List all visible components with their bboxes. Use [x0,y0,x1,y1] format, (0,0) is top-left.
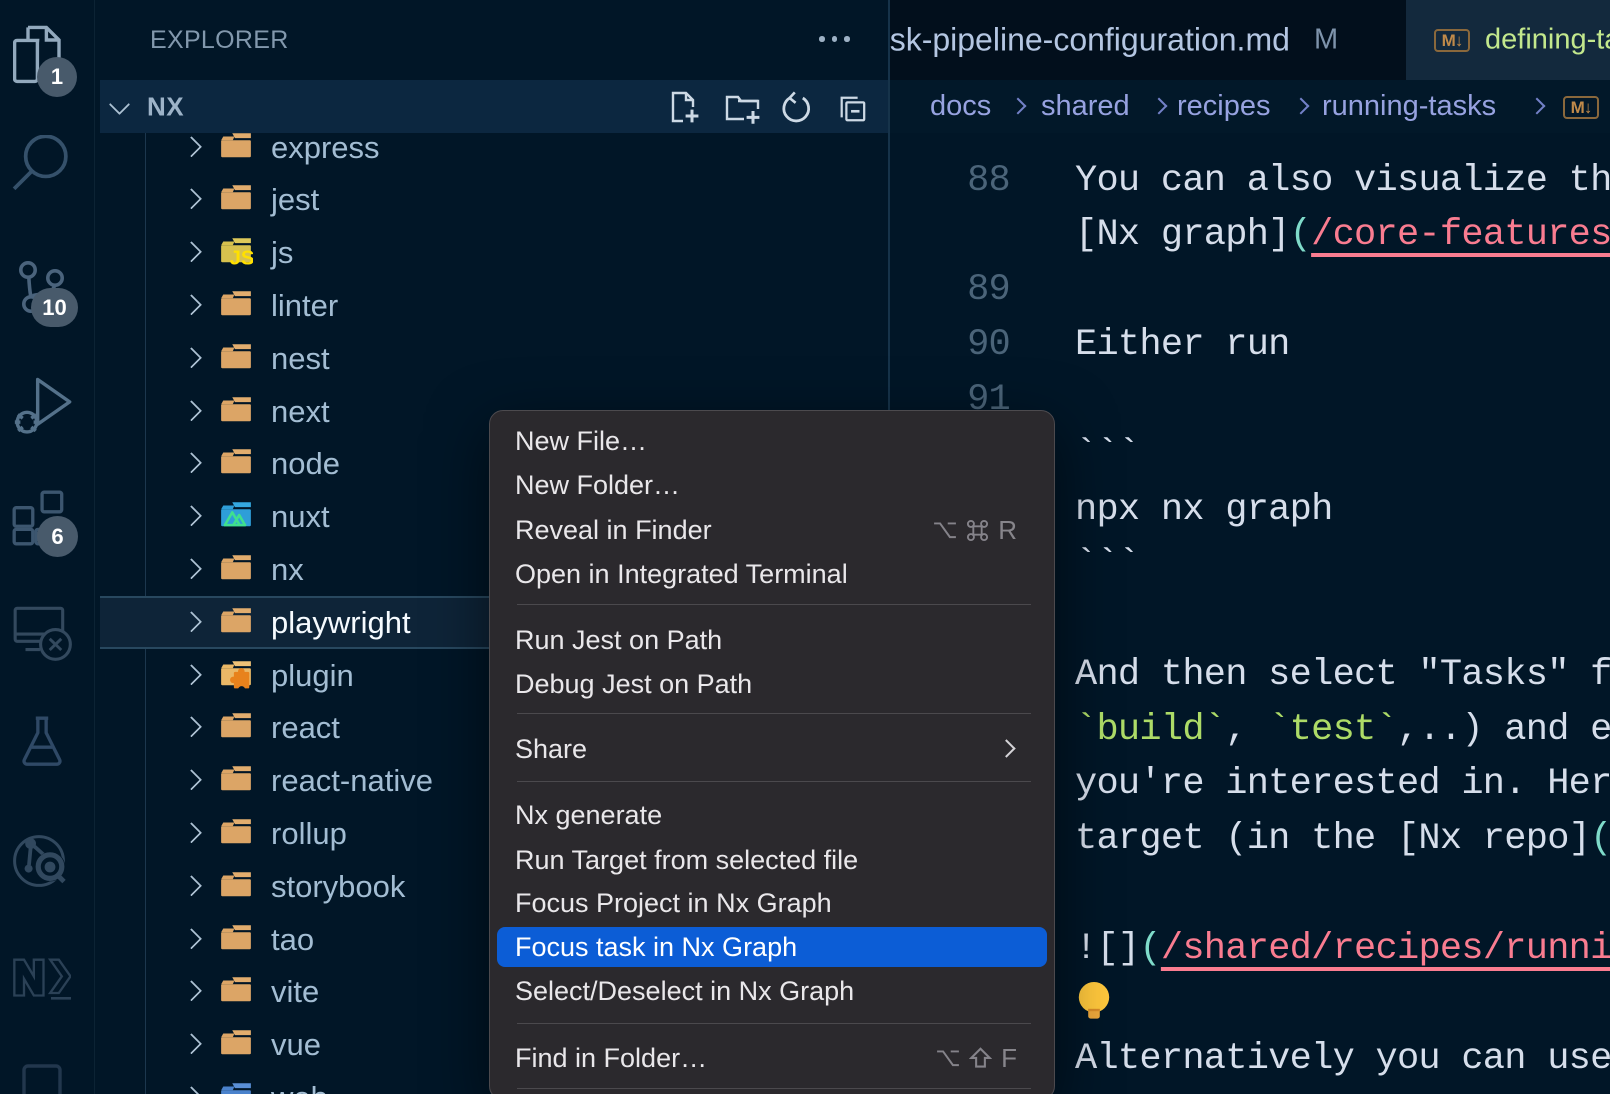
svg-text:JS: JS [230,247,253,265]
